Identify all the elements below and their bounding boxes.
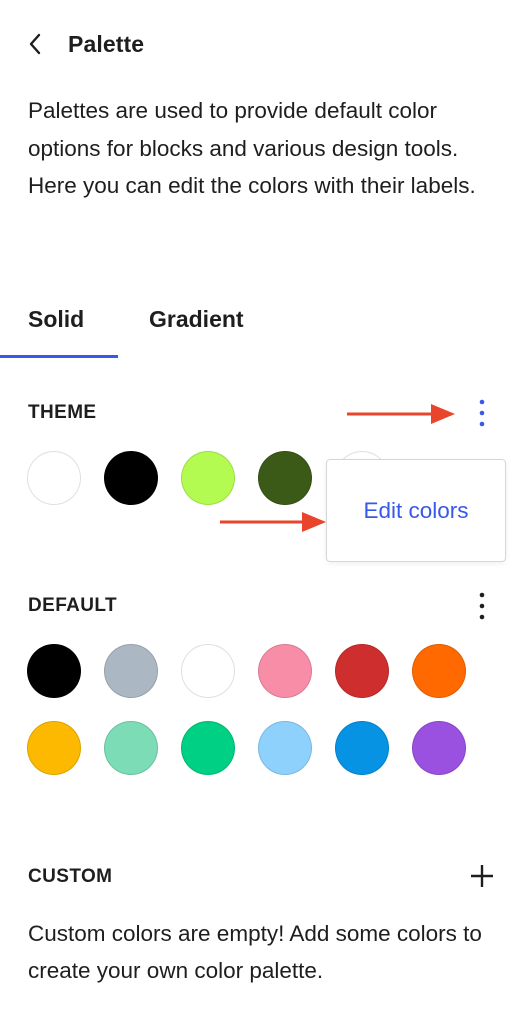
default-color-swatch[interactable] <box>412 644 466 698</box>
tab-gradient[interactable]: Gradient <box>149 280 244 358</box>
default-color-swatch[interactable] <box>181 721 235 775</box>
more-vertical-icon <box>479 399 485 427</box>
default-color-swatch[interactable] <box>258 644 312 698</box>
color-type-tabs: Solid Gradient <box>0 280 532 358</box>
default-color-swatch[interactable] <box>181 644 235 698</box>
annotation-arrow-menu <box>347 404 455 424</box>
theme-options-button[interactable] <box>470 393 494 433</box>
default-color-swatch[interactable] <box>104 644 158 698</box>
custom-section-label: CUSTOM <box>28 866 113 887</box>
page-title: Palette <box>68 30 145 57</box>
theme-color-swatch[interactable] <box>181 451 235 505</box>
theme-options-popover: Edit colors <box>326 459 506 562</box>
theme-color-swatch[interactable] <box>27 451 81 505</box>
panel-header: Palette <box>28 22 144 66</box>
chevron-left-icon <box>29 33 41 55</box>
add-custom-color-button[interactable] <box>466 858 498 894</box>
more-vertical-icon <box>479 592 485 620</box>
default-color-swatch[interactable] <box>335 721 389 775</box>
default-color-swatch[interactable] <box>27 721 81 775</box>
tab-solid[interactable]: Solid <box>28 280 84 358</box>
back-button[interactable] <box>28 22 68 66</box>
default-section-label: DEFAULT <box>28 595 117 616</box>
annotation-arrow-edit <box>220 512 326 532</box>
default-color-swatch[interactable] <box>104 721 158 775</box>
theme-color-swatch[interactable] <box>104 451 158 505</box>
default-color-swatch[interactable] <box>412 721 466 775</box>
theme-section-label: THEME <box>28 402 97 423</box>
active-tab-indicator <box>0 355 118 358</box>
plus-icon <box>471 865 493 887</box>
default-options-button[interactable] <box>470 586 494 626</box>
theme-color-swatch[interactable] <box>258 451 312 505</box>
default-color-swatch[interactable] <box>27 644 81 698</box>
default-color-swatch[interactable] <box>258 721 312 775</box>
palette-description: Palettes are used to provide default col… <box>28 98 476 198</box>
edit-colors-menu-item[interactable]: Edit colors <box>363 498 468 524</box>
default-color-swatch[interactable] <box>335 644 389 698</box>
custom-colors-empty-message: Custom colors are empty! Add some colors… <box>28 921 482 983</box>
